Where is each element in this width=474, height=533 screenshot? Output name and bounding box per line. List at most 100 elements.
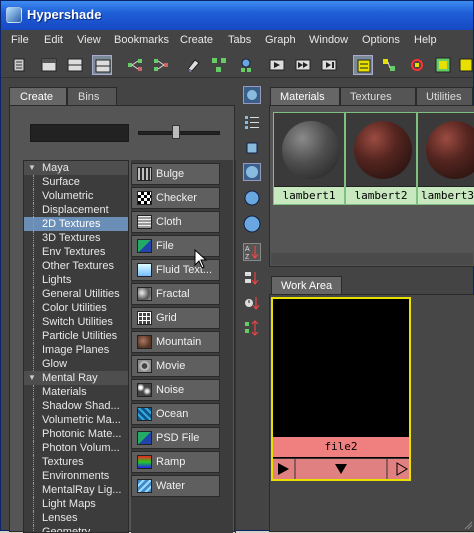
node-button-grid[interactable]: Grid — [131, 307, 220, 329]
menu-tabs[interactable]: Tabs — [228, 34, 251, 46]
noise-texture-icon — [137, 383, 152, 397]
reverse-sort-icon[interactable] — [243, 319, 261, 337]
tree-item-surface[interactable]: Surface — [24, 175, 128, 189]
menu-view[interactable]: View — [77, 34, 101, 46]
tab-utilities[interactable]: Utilities — [416, 87, 473, 105]
node-button-fractal[interactable]: Fractal — [131, 283, 220, 305]
tree-item-light-maps[interactable]: Light Maps — [24, 497, 128, 511]
tree-item-switch-utilities[interactable]: Switch Utilities — [24, 315, 128, 329]
slider-handle[interactable] — [172, 125, 180, 139]
tree-item-textures[interactable]: Textures — [24, 455, 128, 469]
tree-item-photonic-materials[interactable]: Photonic Mate... — [24, 427, 128, 441]
sort-by-type-icon[interactable] — [243, 269, 261, 287]
tab-create[interactable]: Create — [9, 87, 67, 105]
tree-item-mentalray-lights[interactable]: MentalRay Lig... — [24, 483, 128, 497]
view-bins-icon[interactable] — [243, 86, 261, 104]
material-swatch-lambert3[interactable]: lambert3 — [417, 112, 474, 205]
node-button-bulge[interactable]: Bulge — [131, 163, 220, 185]
tab-work-area[interactable]: Work Area — [271, 276, 343, 294]
work-area[interactable]: file2 — [269, 294, 474, 532]
material-swatch-lambert2[interactable]: lambert2 — [345, 112, 417, 205]
node-button-psd-file[interactable]: PSD File — [131, 427, 220, 449]
menu-edit[interactable]: Edit — [44, 34, 63, 46]
toolbar-overflow-icon[interactable] — [456, 55, 474, 75]
node-button-mountain[interactable]: Mountain — [131, 331, 220, 353]
sort-by-name-icon[interactable]: AZ — [243, 243, 261, 261]
tree-section-mental-ray[interactable]: Mental Ray — [24, 371, 128, 385]
materials-scrollbar[interactable] — [271, 253, 473, 265]
tree-item-lights[interactable]: Lights — [24, 273, 128, 287]
graph-upstream-icon[interactable] — [125, 55, 145, 75]
title-bar[interactable]: Hypershade — [1, 1, 473, 30]
medium-icons-icon[interactable] — [243, 163, 261, 181]
tree-item-volumetric-materials[interactable]: Volumetric Ma... — [24, 413, 128, 427]
tab-textures[interactable]: Textures — [340, 87, 416, 105]
bulge-texture-icon — [137, 167, 152, 181]
node-button-movie[interactable]: Movie — [131, 355, 220, 377]
layout-bottom-icon[interactable] — [92, 55, 112, 75]
tree-item-3d-textures[interactable]: 3D Textures — [24, 231, 128, 245]
app-icon — [6, 7, 22, 23]
tree-item-other-textures[interactable]: Other Textures — [24, 259, 128, 273]
tab-materials[interactable]: Materials — [270, 87, 340, 105]
menu-create[interactable]: Create — [180, 34, 213, 46]
node-button-water[interactable]: Water — [131, 475, 220, 497]
shading-icon[interactable] — [433, 55, 453, 75]
node-button-cloth[interactable]: Cloth — [131, 211, 220, 233]
tree-item-volumetric[interactable]: Volumetric — [24, 189, 128, 203]
xlarge-icons-icon[interactable] — [243, 215, 261, 233]
menu-help[interactable]: Help — [414, 34, 437, 46]
tree-item-env-textures[interactable]: Env Textures — [24, 245, 128, 259]
tree-item-glow[interactable]: Glow — [24, 357, 128, 371]
tree-section-maya[interactable]: Maya — [24, 161, 128, 175]
sort-by-time-icon[interactable] — [243, 294, 261, 312]
tree-item-lenses[interactable]: Lenses — [24, 511, 128, 525]
tree-item-general-utilities[interactable]: General Utilities — [24, 287, 128, 301]
shelf-tool-column: AZ — [239, 83, 267, 343]
large-icons-icon[interactable] — [243, 189, 261, 207]
material-preview — [282, 121, 340, 179]
node-button-ocean[interactable]: Ocean — [131, 403, 220, 425]
material-name: lambert1 — [274, 186, 344, 204]
file-node[interactable]: file2 — [271, 297, 411, 481]
node-label: Water — [156, 480, 185, 492]
small-icons-icon[interactable] — [243, 139, 261, 157]
rearrange-graph-icon[interactable] — [209, 55, 229, 75]
connection-editor-icon[interactable] — [379, 55, 399, 75]
tree-item-particle-utilities[interactable]: Particle Utilities — [24, 329, 128, 343]
menu-bookmarks[interactable]: Bookmarks — [114, 34, 169, 46]
menu-window[interactable]: Window — [309, 34, 348, 46]
render-next-icon[interactable] — [293, 55, 313, 75]
tree-item-2d-textures[interactable]: 2D Textures — [24, 217, 128, 231]
render-all-icon[interactable] — [319, 55, 339, 75]
hypergraph-icon[interactable] — [407, 55, 427, 75]
tree-item-environments[interactable]: Environments — [24, 469, 128, 483]
graph-downstream-icon[interactable] — [151, 55, 171, 75]
tree-item-image-planes[interactable]: Image Planes — [24, 343, 128, 357]
tree-item-geometry[interactable]: Geometry — [24, 525, 128, 532]
node-button-checker[interactable]: Checker — [131, 187, 220, 209]
tab-bins[interactable]: Bins — [67, 87, 117, 105]
toggle-panel-icon[interactable] — [9, 55, 29, 75]
resize-grip-icon[interactable] — [463, 520, 473, 530]
clear-graph-icon[interactable] — [183, 55, 203, 75]
tree-item-shadow-shaders[interactable]: Shadow Shad... — [24, 399, 128, 413]
layout-split-icon[interactable] — [65, 55, 85, 75]
menu-file[interactable]: File — [11, 34, 29, 46]
menu-options[interactable]: Options — [362, 34, 400, 46]
list-view-icon[interactable] — [243, 113, 261, 131]
tree-item-displacement[interactable]: Displacement — [24, 203, 128, 217]
tree-item-materials[interactable]: Materials — [24, 385, 128, 399]
node-button-noise[interactable]: Noise — [131, 379, 220, 401]
filter-field[interactable] — [30, 124, 129, 142]
layout-top-icon[interactable] — [39, 55, 59, 75]
tree-item-color-utilities[interactable]: Color Utilities — [24, 301, 128, 315]
material-swatch-lambert1[interactable]: lambert1 — [273, 112, 345, 205]
tree-item-photon-volumetric[interactable]: Photon Volum... — [24, 441, 128, 455]
menu-graph[interactable]: Graph — [265, 34, 296, 46]
node-button-ramp[interactable]: Ramp — [131, 451, 220, 473]
node-label: Cloth — [156, 216, 182, 228]
graph-materials-icon[interactable] — [236, 55, 256, 75]
render-swatch-icon[interactable] — [267, 55, 287, 75]
attribute-editor-icon[interactable] — [353, 55, 373, 75]
